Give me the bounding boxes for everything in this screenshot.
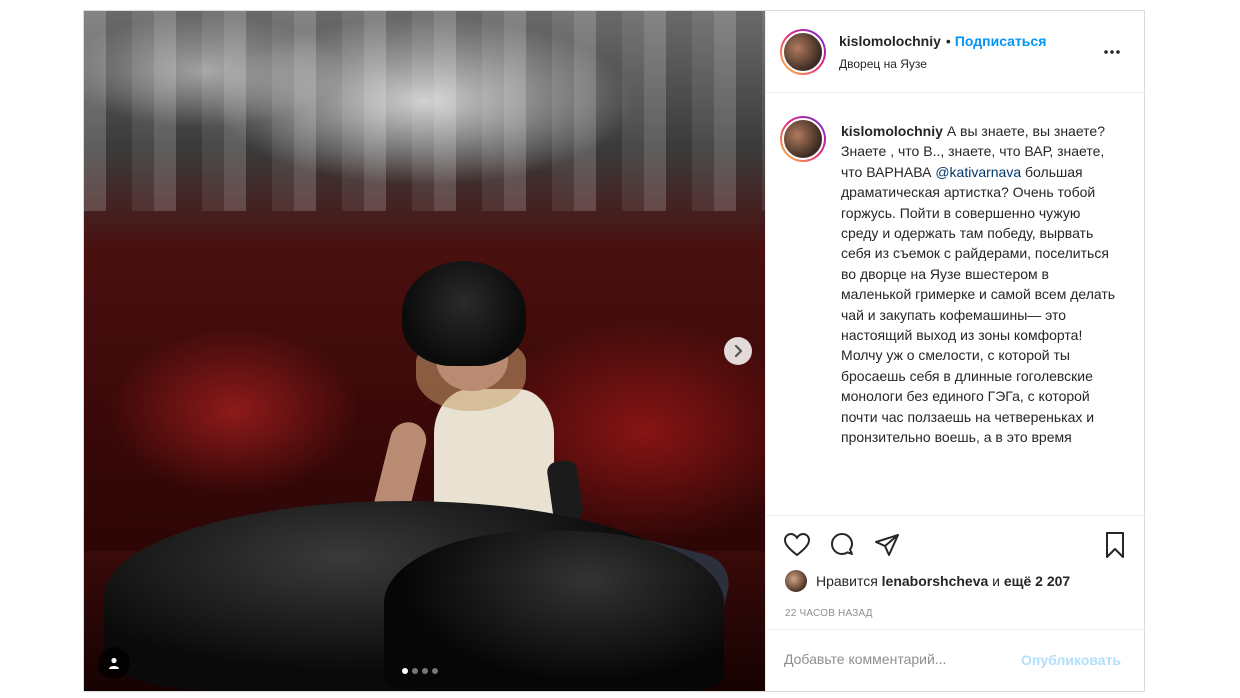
add-comment-bar: Опубликовать <box>766 629 1146 692</box>
share-button[interactable] <box>872 530 902 560</box>
heart-icon <box>783 532 811 557</box>
caption-mention-link[interactable]: @kativarnava <box>935 164 1021 180</box>
save-button[interactable] <box>1100 530 1130 560</box>
comment-input[interactable] <box>784 651 1014 667</box>
user-icon <box>109 657 119 669</box>
next-slide-button[interactable] <box>724 337 752 365</box>
liker-username[interactable]: lenaborshcheva <box>882 573 989 589</box>
liker-avatar[interactable] <box>785 570 807 592</box>
stage-screen-backdrop <box>84 11 765 211</box>
more-options-button[interactable] <box>1103 39 1121 60</box>
more-horizontal-icon <box>1104 50 1120 54</box>
caption-author-avatar[interactable] <box>780 116 826 162</box>
publish-comment-button[interactable]: Опубликовать <box>1021 652 1121 668</box>
author-username[interactable]: kislomolochniy <box>839 33 941 49</box>
follow-button[interactable]: Подписаться <box>955 33 1047 49</box>
carousel-dots <box>402 668 438 674</box>
caption-text-end: большая драматическая артистка? Очень то… <box>841 163 1116 446</box>
bookmark-icon <box>1106 532 1124 558</box>
like-button[interactable] <box>782 530 812 560</box>
carousel-dot <box>402 668 408 674</box>
caption-username[interactable]: kislomolochniy <box>841 123 943 139</box>
post-location[interactable]: Дворец на Яузе <box>839 57 927 71</box>
likes-count-link[interactable]: ещё 2 207 <box>1004 573 1070 589</box>
comments-area: kislomolochniy А вы знаете, вы знаете? З… <box>766 94 1146 514</box>
comment-button[interactable] <box>827 530 857 560</box>
likes-prefix: Нравится <box>816 573 878 589</box>
comment-icon <box>831 533 853 555</box>
carousel-dot <box>432 668 438 674</box>
author-avatar[interactable] <box>780 29 826 75</box>
tagged-users-button[interactable] <box>98 647 130 679</box>
share-icon <box>875 534 899 556</box>
post-timestamp[interactable]: 22 часов назад <box>785 608 873 619</box>
post-header: kislomolochniy • Подписаться Дворец на Яуз… <box>766 11 1146 93</box>
performer-fur-hat <box>402 261 526 366</box>
post-sidebar: kislomolochniy • Подписаться Дворец на Яуз… <box>765 11 1146 691</box>
likes-summary: Нравится lenaborshcheva и ещё 2 207 <box>785 570 1070 592</box>
post-photo[interactable] <box>84 11 765 691</box>
carousel-dot <box>422 668 428 674</box>
likes-joiner: и <box>992 573 1000 589</box>
post-actions: Нравится lenaborshcheva и ещё 2 207 22 ч… <box>766 515 1146 691</box>
carousel-dot <box>412 668 418 674</box>
author-line: kislomolochniy • Подписаться <box>839 33 1046 49</box>
chevron-right-icon <box>734 344 743 358</box>
instagram-post: kislomolochniy • Подписаться Дворец на Яуз… <box>83 10 1146 692</box>
post-caption: kislomolochniy А вы знаете, вы знаете? З… <box>841 121 1121 448</box>
black-plastic-bags-right <box>384 531 724 691</box>
separator-dot: • <box>945 33 951 49</box>
